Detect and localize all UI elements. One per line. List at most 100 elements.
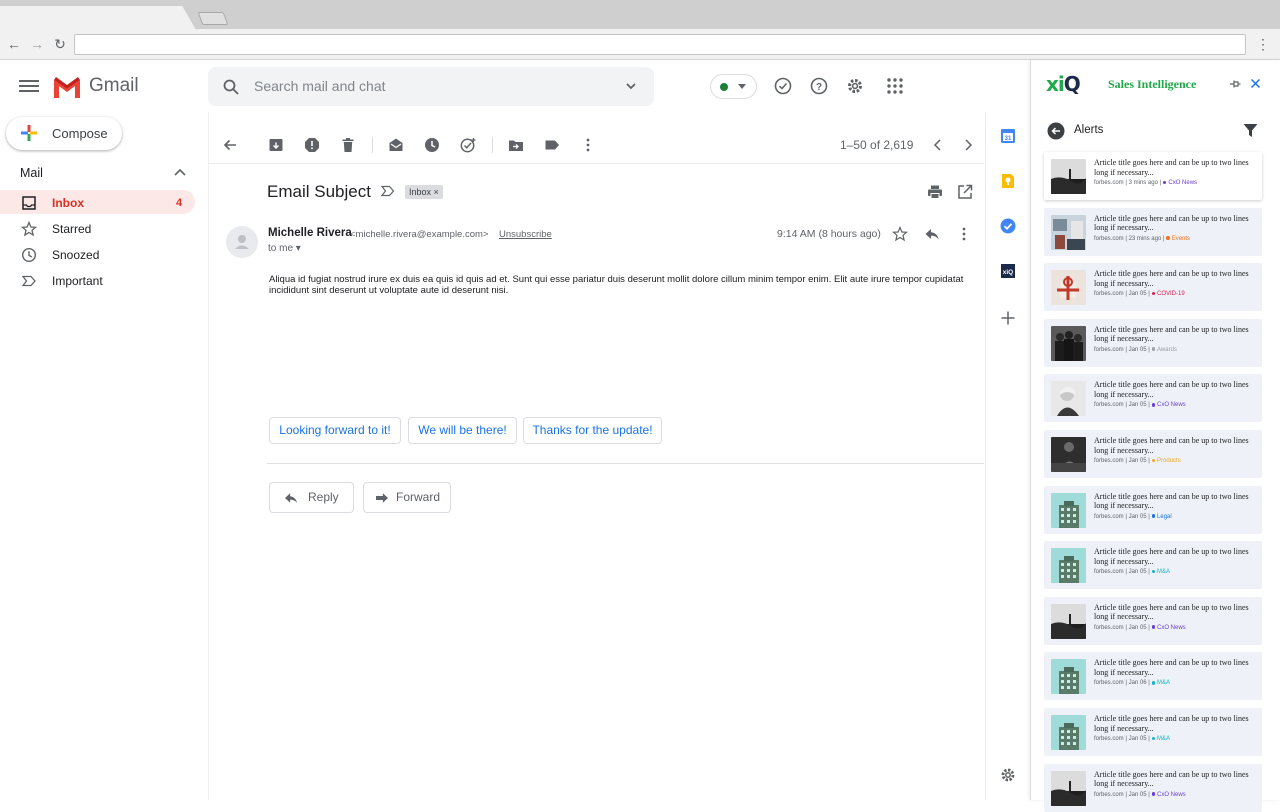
article-time: Jan 05 xyxy=(1128,736,1147,742)
alert-card[interactable]: Article title goes here and can be up to… xyxy=(1044,596,1262,645)
more-vert-icon[interactable] xyxy=(580,137,596,153)
article-thumbnail xyxy=(1051,603,1086,639)
article-source: forbes.com xyxy=(1094,680,1124,687)
reply-button[interactable]: Reply xyxy=(269,482,354,513)
alert-card[interactable]: Article title goes here and can be up to… xyxy=(1044,152,1262,200)
reload-icon[interactable]: ↻ xyxy=(52,36,68,52)
article-title[interactable]: Article title goes here and can be up to… xyxy=(1094,770,1256,789)
forward-arrow-icon[interactable]: → xyxy=(29,36,45,52)
article-title[interactable]: Article title goes here and can be up to… xyxy=(1094,325,1256,344)
newer-chevron-icon[interactable] xyxy=(930,137,946,153)
snooze-icon[interactable] xyxy=(424,137,440,153)
article-title[interactable]: Article title goes here and can be up to… xyxy=(1094,214,1256,233)
article-tag[interactable]: Products xyxy=(1152,458,1181,464)
report-spam-icon[interactable] xyxy=(304,137,320,153)
add-to-tasks-icon[interactable] xyxy=(460,137,476,153)
important-marker-icon[interactable] xyxy=(381,185,395,197)
alert-card[interactable]: Article title goes here and can be up to… xyxy=(1044,430,1262,478)
article-title[interactable]: Article title goes here and can be up to… xyxy=(1094,269,1256,288)
article-title[interactable]: Article title goes here and can be up to… xyxy=(1094,547,1256,566)
close-icon[interactable] xyxy=(1250,78,1261,89)
sender-email: <michelle.rivera@example.com> xyxy=(350,229,489,240)
tasks-icon[interactable] xyxy=(1000,218,1016,234)
alert-card[interactable]: Article title goes here and can be up to… xyxy=(1044,652,1262,701)
browser-menu-icon[interactable]: ⋮ xyxy=(1256,36,1270,52)
settings-icon[interactable] xyxy=(846,77,864,95)
alerts-heading: Alerts xyxy=(1074,124,1104,136)
article-tag[interactable]: M&A xyxy=(1152,680,1170,686)
mark-unread-icon[interactable] xyxy=(388,137,404,153)
chevron-up-icon[interactable] xyxy=(174,168,186,176)
article-title[interactable]: Article title goes here and can be up to… xyxy=(1094,158,1256,177)
article-tag[interactable]: Legal xyxy=(1152,514,1172,520)
settings-icon[interactable] xyxy=(1000,767,1016,783)
article-title[interactable]: Article title goes here and can be up to… xyxy=(1094,380,1256,399)
move-to-icon[interactable] xyxy=(508,137,524,153)
alert-card[interactable]: Article title goes here and can be up to… xyxy=(1044,485,1262,534)
xiq-addon-icon[interactable]: xiQ xyxy=(1000,263,1016,279)
article-tag[interactable]: CxO News xyxy=(1152,792,1186,798)
back-arrow-icon[interactable]: ← xyxy=(6,36,22,52)
article-tag[interactable]: M&A xyxy=(1152,569,1170,575)
article-tag[interactable]: COVID-19 xyxy=(1152,291,1185,297)
back-circle-icon[interactable] xyxy=(1047,122,1065,140)
article-tag[interactable]: CxO News xyxy=(1152,625,1186,631)
mail-section-label[interactable]: Mail xyxy=(20,166,43,180)
open-new-window-icon[interactable] xyxy=(957,184,973,200)
smart-reply-button[interactable]: Looking forward to it! xyxy=(269,417,401,444)
help-icon[interactable]: ? xyxy=(810,77,828,95)
article-title[interactable]: Article title goes here and can be up to… xyxy=(1094,492,1256,511)
smart-reply-button[interactable]: Thanks for the update! xyxy=(523,417,662,444)
alert-card[interactable]: Article title goes here and can be up to… xyxy=(1044,541,1262,590)
forward-button[interactable]: Forward xyxy=(363,482,451,513)
apps-grid-icon[interactable] xyxy=(886,77,904,95)
article-meta: forbes.com | Jan 05 | COVID-19 xyxy=(1094,291,1185,298)
article-tag[interactable]: CxO News xyxy=(1152,402,1186,408)
alert-card[interactable]: Article title goes here and can be up to… xyxy=(1044,374,1262,423)
article-tag[interactable]: CxO News xyxy=(1163,180,1197,186)
article-title[interactable]: Article title goes here and can be up to… xyxy=(1094,714,1256,733)
alert-card[interactable]: Article title goes here and can be up to… xyxy=(1044,318,1262,367)
search-options-icon[interactable] xyxy=(625,80,637,92)
recipient-details[interactable]: to me ▾ xyxy=(268,243,301,254)
delete-icon[interactable] xyxy=(340,137,356,153)
article-title[interactable]: Article title goes here and can be up to… xyxy=(1094,603,1256,622)
tasks-done-icon[interactable] xyxy=(774,77,792,95)
keep-icon[interactable] xyxy=(1000,173,1016,189)
article-tag[interactable]: Events xyxy=(1166,236,1190,242)
unsubscribe-link[interactable]: Unsubscribe xyxy=(499,229,552,240)
print-icon[interactable] xyxy=(927,184,943,200)
calendar-icon[interactable]: 31 xyxy=(1000,128,1016,144)
article-thumbnail xyxy=(1051,381,1086,417)
back-to-inbox-icon[interactable] xyxy=(222,137,238,153)
pin-icon[interactable] xyxy=(1229,78,1241,90)
new-tab-button[interactable] xyxy=(197,12,229,25)
browser-tab[interactable] xyxy=(0,6,196,30)
search-input[interactable]: Search mail and chat xyxy=(254,78,386,94)
alert-card[interactable]: Article title goes here and can be up to… xyxy=(1044,263,1262,312)
alert-card[interactable]: Article title goes here and can be up to… xyxy=(1044,207,1262,256)
archive-icon[interactable] xyxy=(268,137,284,153)
alert-card[interactable]: Article title goes here and can be up to… xyxy=(1044,708,1262,756)
smart-reply-button[interactable]: We will be there! xyxy=(408,417,517,444)
filter-icon[interactable] xyxy=(1243,123,1258,138)
more-vert-icon[interactable] xyxy=(956,226,972,242)
label-icon[interactable] xyxy=(544,137,560,153)
alert-card[interactable]: Article title goes here and can be up to… xyxy=(1044,763,1262,812)
xiq-logo: xiQ xyxy=(1046,72,1081,96)
address-bar[interactable] xyxy=(74,34,1246,55)
article-title[interactable]: Article title goes here and can be up to… xyxy=(1094,436,1256,455)
sidebar-item-label: Inbox xyxy=(52,196,84,210)
add-addon-icon[interactable] xyxy=(1000,310,1016,326)
status-selector[interactable] xyxy=(710,74,757,99)
article-tag[interactable]: Awards xyxy=(1152,347,1177,353)
search-icon[interactable] xyxy=(223,79,239,95)
older-chevron-icon[interactable] xyxy=(960,137,976,153)
article-tag[interactable]: M&A xyxy=(1152,736,1170,742)
star-icon[interactable] xyxy=(892,226,908,242)
reply-icon[interactable] xyxy=(924,226,940,242)
main-menu-icon[interactable] xyxy=(19,78,39,94)
inbox-icon xyxy=(22,196,36,210)
inbox-label-chip[interactable]: Inbox × xyxy=(405,185,443,199)
article-title[interactable]: Article title goes here and can be up to… xyxy=(1094,658,1256,677)
